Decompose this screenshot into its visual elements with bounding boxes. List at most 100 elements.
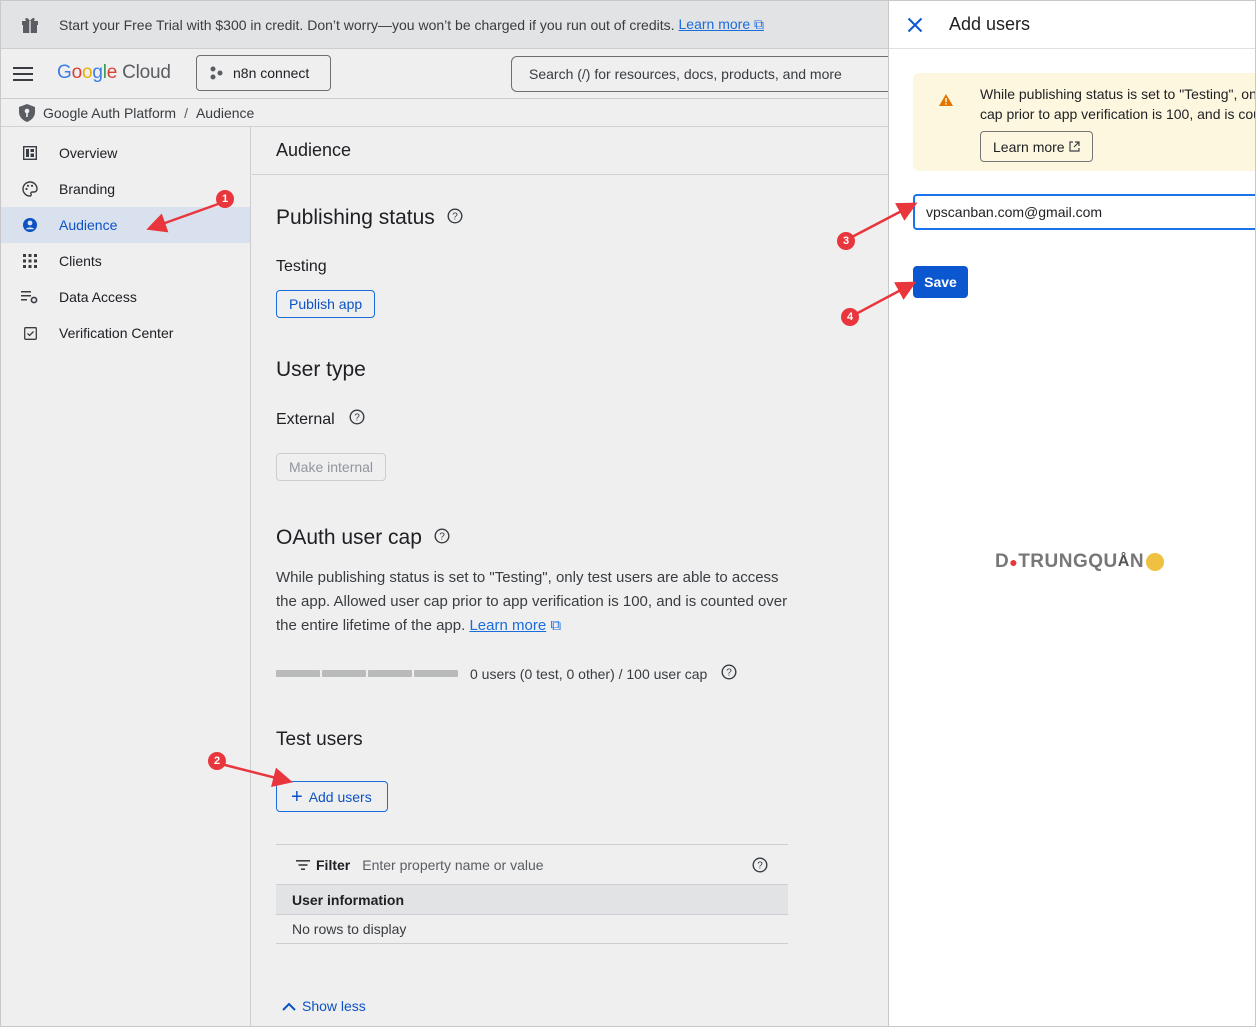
warning-text: While publishing status is set to "Testi… xyxy=(980,84,1256,124)
show-less-link[interactable]: Show less xyxy=(282,998,888,1014)
test-users-heading: Test users xyxy=(276,729,888,751)
page-title: Audience xyxy=(252,127,888,175)
external-link-icon xyxy=(1068,141,1080,152)
breadcrumb-item-audience[interactable]: Audience xyxy=(196,105,254,121)
banner-learn-more-link[interactable]: Learn more ⧉ xyxy=(679,16,764,33)
sidebar-item-clients[interactable]: Clients xyxy=(1,243,250,279)
user-cap-usage-text: 0 users (0 test, 0 other) / 100 user cap xyxy=(470,665,708,682)
table-filter-bar[interactable]: Filter Enter property name or value ? xyxy=(276,845,788,885)
add-users-panel: Add users While publishing status is set… xyxy=(888,1,1256,1026)
help-icon[interactable]: ? xyxy=(434,526,450,550)
warning-notice: While publishing status is set to "Testi… xyxy=(913,73,1256,171)
warning-text-line1: While publishing status is set to "Testi… xyxy=(980,86,1256,102)
oauth-learn-more-link[interactable]: Learn more xyxy=(469,617,546,634)
show-less-label: Show less xyxy=(302,998,366,1014)
make-internal-button[interactable]: Make internal xyxy=(276,453,387,481)
external-link-icon: ⧉ xyxy=(754,16,764,32)
warning-text-line2: cap prior to app verification is 100, an… xyxy=(980,106,1255,122)
sidebar-item-label: Verification Center xyxy=(59,325,174,341)
column-header-user-information[interactable]: User information xyxy=(276,885,788,915)
add-users-button[interactable]: + Add users xyxy=(276,781,388,812)
sidebar-item-branding[interactable]: Branding xyxy=(1,171,250,207)
filter-label: Filter xyxy=(316,856,351,873)
help-icon[interactable]: ? xyxy=(349,409,365,430)
sidebar-item-label: Overview xyxy=(59,145,118,161)
test-users-table: Filter Enter property name or value ? Us… xyxy=(276,844,788,944)
logo-cloud-text: Cloud xyxy=(122,62,171,83)
gift-icon xyxy=(1,16,59,34)
svg-text:?: ? xyxy=(757,861,763,872)
annotation-badge-1: 1 xyxy=(216,190,234,208)
publish-app-button[interactable]: Publish app xyxy=(276,290,376,318)
publishing-status-heading: Publishing status ? xyxy=(276,206,888,230)
page: Start your Free Trial with $300 in credi… xyxy=(0,0,1256,1027)
test-users-title: Test users xyxy=(276,729,363,750)
panel-learn-more-button[interactable]: Learn more xyxy=(980,131,1093,162)
sidebar-item-data-access[interactable]: Data Access xyxy=(1,279,250,315)
watermark-penguin: Å xyxy=(1117,553,1130,570)
help-icon[interactable]: ? xyxy=(721,664,737,683)
sidebar-item-label: Audience xyxy=(59,217,118,233)
panel-title: Add users xyxy=(949,14,1031,34)
empty-table-message: No rows to display xyxy=(276,915,788,944)
person-icon xyxy=(1,217,59,233)
oauth-user-cap-title: OAuth user cap xyxy=(276,526,422,549)
save-button[interactable]: Save xyxy=(913,266,968,298)
help-icon[interactable]: ? xyxy=(447,206,463,230)
sidebar-item-overview[interactable]: Overview xyxy=(1,135,250,171)
filter-icon xyxy=(296,859,310,870)
email-field[interactable]: vpscanban.com@gmail.com xyxy=(913,194,1255,230)
annotation-badge-3: 3 xyxy=(837,232,855,250)
watermark-coin xyxy=(1146,553,1165,571)
user-cap-progress-bar xyxy=(276,670,458,677)
svg-text:?: ? xyxy=(439,532,445,543)
sidebar-item-verification-center[interactable]: Verification Center xyxy=(1,315,250,351)
svg-text:?: ? xyxy=(354,413,360,424)
close-icon[interactable] xyxy=(907,17,923,33)
project-name: n8n connect xyxy=(233,65,310,81)
sidebar: Overview Branding Audience Clients Data … xyxy=(1,127,251,1026)
sidebar-item-audience[interactable]: Audience xyxy=(1,207,250,243)
hamburger-menu-icon[interactable] xyxy=(13,65,35,88)
panel-header: Add users xyxy=(889,1,1255,49)
sidebar-item-label: Data Access xyxy=(59,289,137,305)
external-link-icon: ⧉ xyxy=(546,617,562,634)
svg-text:?: ? xyxy=(727,668,733,679)
logo-google-text: Google xyxy=(57,62,118,83)
user-type-heading: User type xyxy=(276,358,888,382)
filter-input[interactable]: Enter property name or value xyxy=(362,857,543,873)
project-picker-button[interactable]: n8n connect xyxy=(196,55,331,91)
oauth-user-cap-heading: OAuth user cap ? xyxy=(276,526,888,550)
banner-text: Start your Free Trial with $300 in credi… xyxy=(59,16,675,33)
google-cloud-logo[interactable]: Google Cloud xyxy=(57,62,171,84)
breadcrumb-separator: / xyxy=(184,104,188,121)
user-type-value: External xyxy=(276,410,335,428)
shield-icon xyxy=(19,103,35,122)
sidebar-item-label: Clients xyxy=(59,253,102,269)
panel-learn-more-label: Learn more xyxy=(993,138,1065,155)
publishing-status-value: Testing xyxy=(276,258,327,275)
annotation-badge-2: 2 xyxy=(208,752,226,770)
breadcrumb-item-auth-platform[interactable]: Google Auth Platform xyxy=(43,105,176,121)
publishing-status-title: Publishing status xyxy=(276,206,435,229)
oauth-cap-description: While publishing status is set to "Testi… xyxy=(276,569,788,634)
chevron-up-icon xyxy=(282,1002,296,1011)
add-users-label: Add users xyxy=(308,788,372,805)
user-type-title: User type xyxy=(276,358,366,381)
palette-icon xyxy=(1,181,59,197)
user-cap-usage: 0 users (0 test, 0 other) / 100 user cap… xyxy=(276,664,888,683)
svg-text:?: ? xyxy=(452,212,458,223)
watermark-logo: D ● TRUNGQU Å N xyxy=(995,551,1165,573)
warning-icon xyxy=(939,93,953,111)
verified-icon xyxy=(1,326,59,340)
sidebar-item-label: Branding xyxy=(59,181,116,197)
grid-icon xyxy=(1,254,59,268)
annotation-badge-4: 4 xyxy=(841,308,859,326)
project-icon xyxy=(210,66,223,80)
data-settings-icon xyxy=(1,290,59,304)
search-placeholder: Search (/) for resources, docs, products… xyxy=(529,66,842,82)
plus-icon: + xyxy=(291,785,303,808)
dashboard-icon xyxy=(1,146,59,160)
user-type-row: External ? xyxy=(276,409,888,430)
help-icon[interactable]: ? xyxy=(752,857,768,876)
